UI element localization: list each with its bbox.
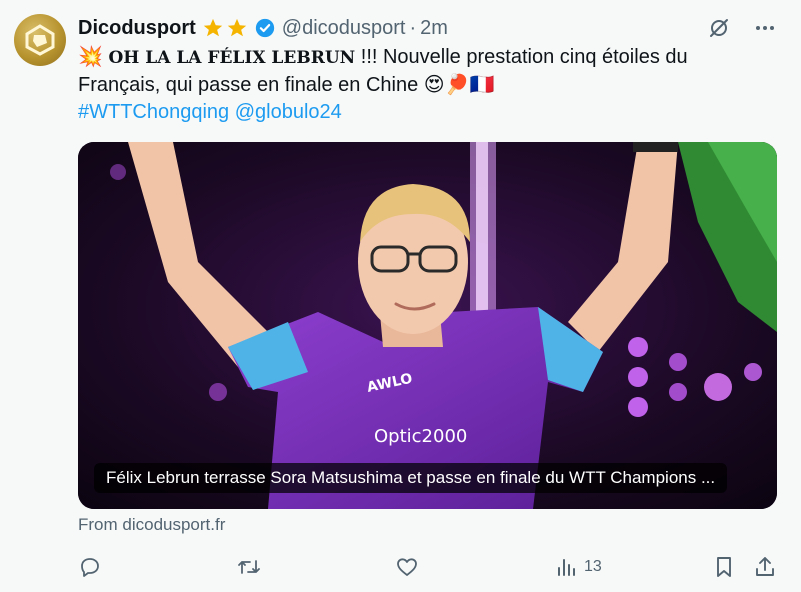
star-icon: [227, 18, 246, 37]
tweet-line2-emojis: 😍🏓🇫🇷: [423, 74, 495, 96]
link-source[interactable]: From dicodusport.fr: [78, 515, 225, 535]
action-bar: 13: [78, 553, 778, 581]
tweet-line2-text: Français, qui passe en finale en Chine: [78, 74, 419, 96]
explosion-emoji: 💥: [78, 46, 103, 68]
share-icon: [756, 557, 774, 576]
reply-icon: [81, 558, 99, 577]
more-options-icon[interactable]: [753, 16, 777, 40]
avatar[interactable]: [14, 14, 66, 66]
tweet-bold-text: OH LA LA FÉLIX LEBRUN: [108, 48, 356, 68]
grok-icon[interactable]: [707, 16, 731, 40]
like-button[interactable]: [395, 553, 425, 581]
verified-badge-icon[interactable]: [254, 17, 276, 39]
hashtag-link[interactable]: #WTTChongqing: [78, 101, 229, 123]
bookmark-button[interactable]: [712, 553, 736, 581]
share-button[interactable]: [753, 553, 777, 581]
separator: ·: [409, 16, 417, 39]
tweet-time[interactable]: 2m: [420, 17, 448, 40]
heart-icon: [397, 558, 417, 576]
retweet-icon: [238, 560, 260, 574]
tweet-line1-rest: !!! Nouvelle prestation cinq étoiles du: [355, 46, 688, 68]
tweet-line-2: Français, qui passe en finale en Chine 😍…: [78, 72, 768, 99]
analytics-icon: [558, 559, 575, 576]
reply-button[interactable]: [78, 553, 108, 581]
player-photo: AWLO Optic2000: [78, 142, 777, 509]
bookmark-icon: [717, 557, 731, 577]
star-badges: [202, 17, 248, 39]
author-name[interactable]: Dicodusport: [78, 17, 196, 40]
star-icon: [203, 18, 222, 37]
views-button[interactable]: 13: [554, 553, 602, 581]
dicodusport-logo-icon: [25, 24, 55, 56]
mention-link[interactable]: @globulo24: [235, 101, 342, 123]
header-actions: [707, 14, 777, 42]
tweet-text: 💥 OH LA LA FÉLIX LEBRUN !!! Nouvelle pre…: [78, 44, 768, 126]
retweet-button[interactable]: [236, 553, 268, 581]
tweet-line-1: 💥 OH LA LA FÉLIX LEBRUN !!! Nouvelle pre…: [78, 44, 768, 72]
author-handle[interactable]: @dicodusport: [282, 17, 406, 40]
tweet-header: Dicodusport @dicodusport · 2m: [78, 14, 781, 42]
tweet-line-3: #WTTChongqing @globulo24: [78, 99, 768, 126]
sponsor-text: Optic2000: [374, 426, 467, 447]
media-card[interactable]: AWLO Optic2000 Félix Lebrun terrasse Sor…: [78, 142, 777, 509]
media-caption: Félix Lebrun terrasse Sora Matsushima et…: [94, 463, 728, 493]
views-count: 13: [584, 558, 602, 575]
